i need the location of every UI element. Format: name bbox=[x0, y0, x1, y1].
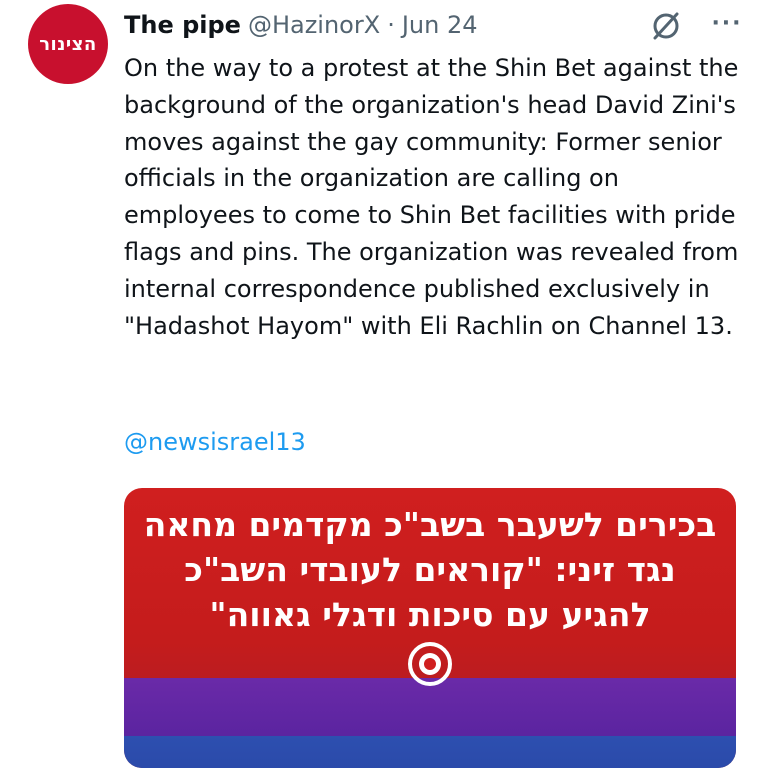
channel-logo-icon bbox=[408, 642, 452, 686]
tweet-date[interactable]: Jun 24 bbox=[402, 11, 478, 39]
media-headline-line: להגיע עם סיכות ודגלי גאווה" bbox=[209, 595, 651, 634]
display-name[interactable]: The pipe bbox=[124, 11, 241, 39]
pride-flag-blue-band bbox=[124, 736, 736, 768]
tweet-header: The pipe @HazinorX · Jun 24 bbox=[124, 10, 478, 40]
tweet-media-image[interactable]: בכירים לשעבר בשב"כ מקדמים מחאה נגד זיני:… bbox=[124, 488, 736, 768]
more-options-icon[interactable]: ··· bbox=[710, 8, 744, 38]
separator-dot: · bbox=[387, 11, 395, 39]
media-headline-line: נגד זיני: "קוראים לעובדי השב"כ bbox=[184, 550, 676, 589]
grok-icon[interactable] bbox=[650, 10, 682, 42]
avatar[interactable]: הצינור bbox=[28, 4, 108, 84]
user-handle[interactable]: @HazinorX bbox=[248, 11, 380, 39]
pride-flag-purple-band bbox=[124, 678, 736, 736]
tweet-body: On the way to a protest at the Shin Bet … bbox=[124, 54, 739, 340]
tweet-text: On the way to a protest at the Shin Bet … bbox=[124, 50, 754, 344]
avatar-text: הצינור bbox=[39, 33, 97, 55]
media-headline: בכירים לשעבר בשב"כ מקדמים מחאה נגד זיני:… bbox=[124, 502, 736, 637]
media-headline-line: בכירים לשעבר בשב"כ מקדמים מחאה bbox=[143, 505, 717, 544]
mention-link[interactable]: @newsisrael13 bbox=[124, 428, 306, 456]
